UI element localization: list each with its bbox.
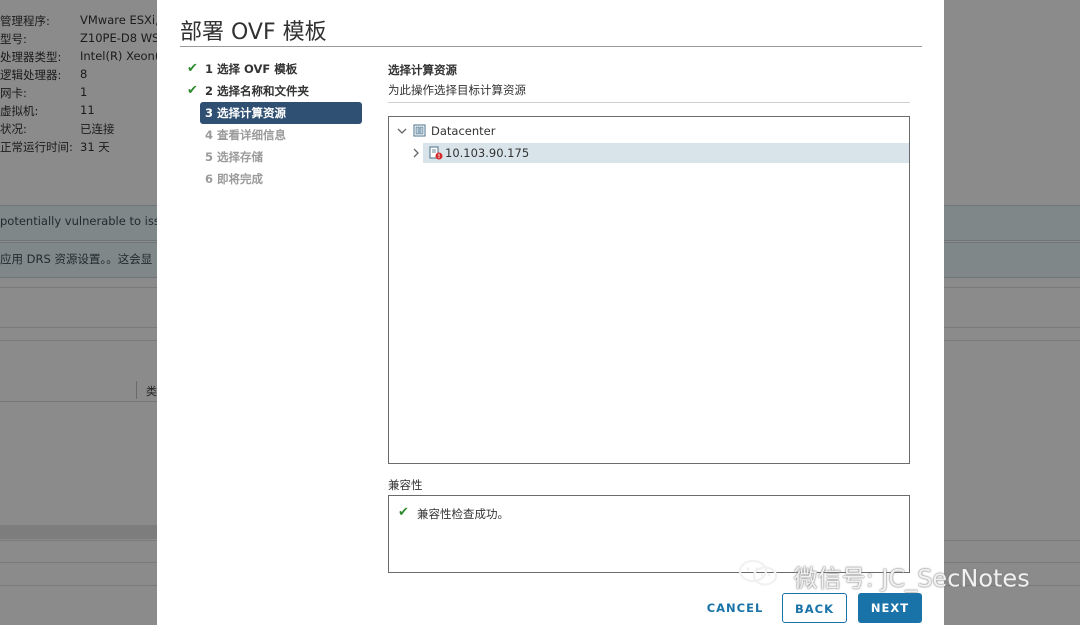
- wizard-step-5: 5 选择存储: [205, 150, 264, 164]
- tree-node-label: Datacenter: [431, 124, 496, 138]
- check-icon: ✔: [187, 83, 198, 98]
- tree-node-host[interactable]: 10.103.90.175: [423, 143, 909, 163]
- host-error-icon: [429, 146, 443, 160]
- wizard-step-6: 6 即将完成: [205, 172, 264, 186]
- section-divider: [388, 102, 910, 103]
- check-icon: ✔: [398, 505, 409, 520]
- section-title: 选择计算资源: [388, 63, 457, 77]
- tree-node-label: 10.103.90.175: [445, 146, 530, 160]
- bg-table-header: 类: [0, 379, 160, 402]
- back-button[interactable]: BACK: [782, 593, 847, 623]
- dialog-title: 部署 OVF 模板: [180, 20, 327, 45]
- title-divider: [180, 46, 922, 47]
- tree-node-datacenter[interactable]: Datacenter: [389, 121, 909, 141]
- watermark: 微信号: JC_SecNotes: [738, 558, 1030, 594]
- chevron-right-icon[interactable]: [410, 143, 422, 163]
- compatibility-title: 兼容性: [388, 478, 423, 492]
- compute-resource-tree: Datacenter 10.103.90.175: [388, 116, 910, 464]
- wechat-icon: [738, 558, 780, 594]
- section-description: 为此操作选择目标计算资源: [388, 83, 526, 97]
- wizard-step-2[interactable]: ✔ 2 选择名称和文件夹: [187, 80, 377, 102]
- compatibility-message: 兼容性检查成功。: [417, 507, 509, 521]
- deploy-ovf-dialog: 部署 OVF 模板 ✔ 1 选择 OVF 模板 ✔ 2 选择名称和文件夹 3 选择计…: [157, 0, 944, 625]
- check-icon: ✔: [187, 61, 198, 76]
- wizard-step-4: 4 查看详细信息: [205, 128, 287, 142]
- wizard-steps: ✔ 1 选择 OVF 模板 ✔ 2 选择名称和文件夹 3 选择计算资源 4 查看详细…: [187, 58, 377, 190]
- datacenter-icon: [413, 124, 426, 137]
- next-button[interactable]: NEXT: [858, 593, 922, 623]
- wizard-step-3[interactable]: 3 选择计算资源: [200, 102, 362, 124]
- cancel-button[interactable]: CANCEL: [695, 593, 775, 623]
- bg-table-stripe: [0, 525, 160, 539]
- wizard-step-1[interactable]: ✔ 1 选择 OVF 模板: [187, 58, 377, 80]
- chevron-down-icon[interactable]: [396, 121, 408, 141]
